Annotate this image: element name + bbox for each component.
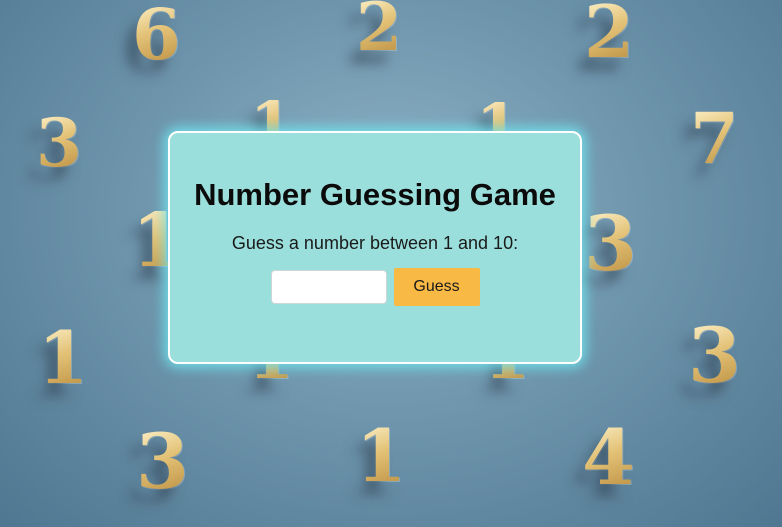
bg-digit: 7 [690,97,739,180]
bg-digit: 3 [584,199,637,288]
bg-digit: 1 [38,315,89,400]
bg-digit: 2 [584,0,634,68]
bg-digit: 3 [688,311,741,400]
guess-button[interactable]: Guess [393,268,480,306]
bg-digit: 4 [582,413,635,502]
bg-digit: 3 [36,104,82,182]
bg-digit: 2 [356,0,402,60]
game-prompt: Guess a number between 1 and 10: [231,233,519,253]
game-title: Number Guessing Game [194,177,556,212]
guess-form: Guess [170,268,580,306]
guess-input[interactable] [270,270,387,304]
game-card: Number Guessing Game Guess a number betw… [168,131,582,364]
bg-digit: 1 [356,413,407,498]
bg-digit: 3 [136,417,189,506]
bg-digit: 6 [132,0,181,76]
